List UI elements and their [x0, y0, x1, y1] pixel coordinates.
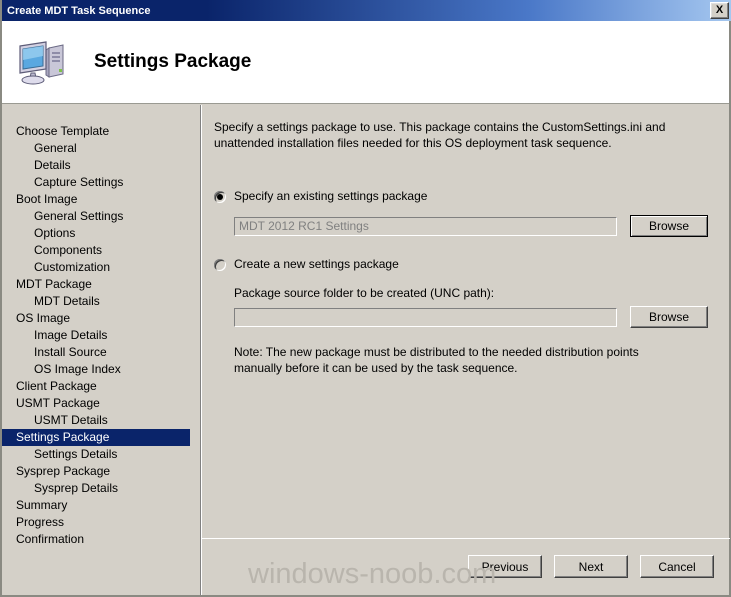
title-bar: Create MDT Task Sequence X — [2, 0, 731, 21]
close-icon[interactable]: X — [710, 2, 729, 19]
previous-button[interactable]: Previous — [468, 555, 542, 578]
sidebar-item-general-settings[interactable]: General Settings — [2, 208, 200, 225]
sidebar-item-options[interactable]: Options — [2, 225, 200, 242]
dialog-window: Create MDT Task Sequence X Settings Pack… — [0, 0, 731, 597]
existing-package-field-row: MDT 2012 RC1 Settings Browse — [234, 215, 712, 237]
wizard-step-list: Choose Template General Details Capture Set… — [2, 105, 200, 595]
window-title: Create MDT Task Sequence — [7, 4, 151, 17]
page-title: Settings Package — [94, 51, 252, 72]
sidebar-item-progress[interactable]: Progress — [2, 514, 200, 531]
sidebar-item-summary[interactable]: Summary — [2, 497, 200, 514]
new-package-field-row: Browse — [234, 306, 712, 328]
existing-package-input[interactable]: MDT 2012 RC1 Settings — [234, 216, 617, 236]
computer-icon — [16, 36, 72, 88]
package-source-input[interactable] — [234, 307, 617, 327]
sidebar-item-boot-image[interactable]: Boot Image — [2, 191, 200, 208]
browse-new-button[interactable]: Browse — [630, 306, 708, 328]
cancel-button[interactable]: Cancel — [640, 555, 714, 578]
sidebar-item-os-image[interactable]: OS Image — [2, 310, 200, 327]
sidebar-item-capture-settings[interactable]: Capture Settings — [2, 174, 200, 191]
radio-new-package[interactable] — [214, 259, 226, 271]
sidebar-item-install-source[interactable]: Install Source — [2, 344, 200, 361]
sidebar-item-sysprep-details[interactable]: Sysprep Details — [2, 480, 200, 497]
new-package-option[interactable]: Create a new settings package — [214, 257, 712, 272]
sidebar-item-image-details[interactable]: Image Details — [2, 327, 200, 344]
content-inner: Specify a settings package to use. This … — [202, 105, 730, 538]
radio-existing-package-label: Specify an existing settings package — [234, 189, 428, 203]
sidebar-item-details[interactable]: Details — [2, 157, 200, 174]
sidebar-item-components[interactable]: Components — [2, 242, 200, 259]
note-text: Note: The new package must be distribute… — [234, 345, 639, 375]
sidebar-item-usmt-details[interactable]: USMT Details — [2, 412, 200, 429]
sidebar-item-confirmation[interactable]: Confirmation — [2, 531, 200, 548]
sidebar-item-client-package[interactable]: Client Package — [2, 378, 200, 395]
sidebar-item-settings-details[interactable]: Settings Details — [2, 446, 200, 463]
package-source-label: Package source folder to be created (UNC… — [234, 286, 495, 300]
footer-bar: Previous Next Cancel — [202, 538, 730, 595]
body-area: Choose Template General Details Capture Set… — [2, 105, 730, 595]
browse-existing-button[interactable]: Browse — [630, 215, 708, 237]
radio-new-package-label: Create a new settings package — [234, 257, 399, 271]
sidebar-item-os-image-index[interactable]: OS Image Index — [2, 361, 200, 378]
header-banner: Settings Package — [2, 21, 729, 104]
sidebar-item-choose-template[interactable]: Choose Template — [2, 123, 200, 140]
footer-buttons: Previous Next Cancel — [468, 555, 714, 578]
sidebar-item-sysprep-package[interactable]: Sysprep Package — [2, 463, 200, 480]
sidebar-item-usmt-package[interactable]: USMT Package — [2, 395, 200, 412]
next-button[interactable]: Next — [554, 555, 628, 578]
sidebar-item-general[interactable]: General — [2, 140, 200, 157]
sidebar-item-mdt-details[interactable]: MDT Details — [2, 293, 200, 310]
sidebar-item-customization[interactable]: Customization — [2, 259, 200, 276]
content-panel: Specify a settings package to use. This … — [200, 105, 730, 595]
radio-existing-package[interactable] — [214, 191, 226, 203]
intro-text: Specify a settings package to use. This … — [214, 120, 666, 150]
existing-package-option[interactable]: Specify an existing settings package — [214, 189, 712, 204]
sidebar-item-settings-package[interactable]: Settings Package — [2, 429, 190, 446]
sidebar-item-mdt-package[interactable]: MDT Package — [2, 276, 200, 293]
